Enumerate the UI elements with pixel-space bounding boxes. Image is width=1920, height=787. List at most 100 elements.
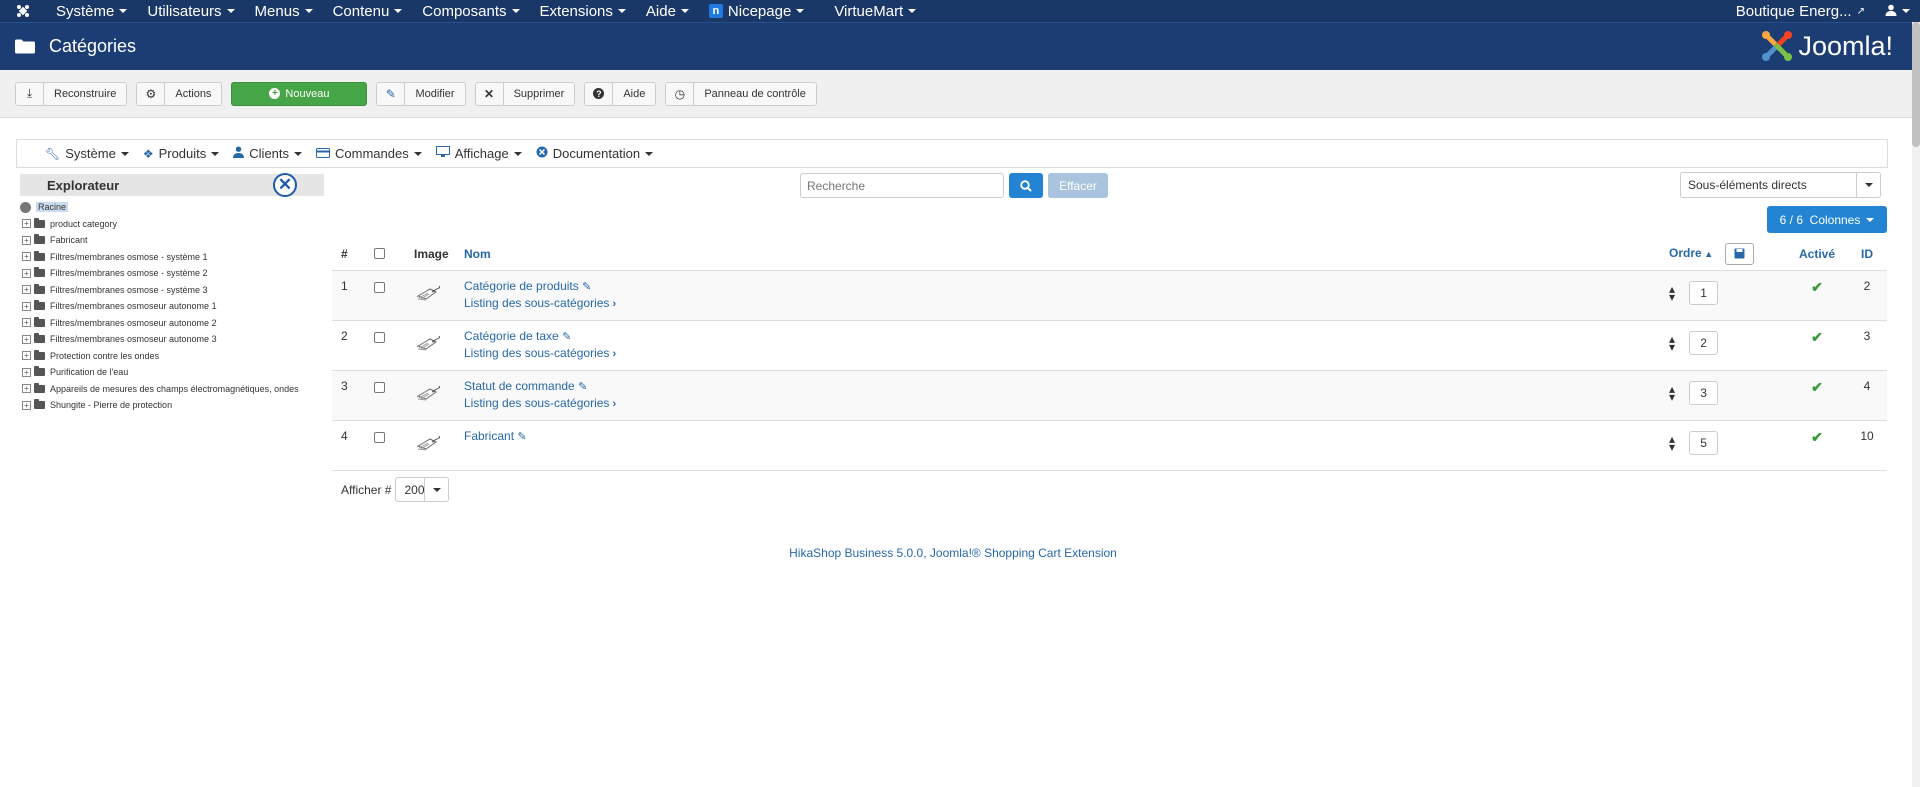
check-icon[interactable]: ✔ [1811,279,1823,295]
drag-handle-icon[interactable]: ▴ ▾ [1669,333,1675,353]
tree-item[interactable]: + product category [20,216,324,233]
row-checkbox[interactable] [374,281,385,293]
control-panel-button[interactable]: ◷ Panneau de contrôle [665,81,817,106]
order-input[interactable]: 3 [1689,380,1719,405]
tree-item[interactable]: + Filtres/membranes osmose - système 2 [20,265,324,282]
tag-image[interactable] [414,432,442,454]
topmenu-item[interactable]: Aide [636,0,699,22]
joomla-logo-icon[interactable] [0,4,46,18]
menu-documentation[interactable]: Documentation [536,146,654,161]
row-checkbox[interactable] [374,381,385,393]
expand-icon[interactable]: + [22,351,31,361]
topmenu-item[interactable]: Système [46,0,137,22]
expand-icon[interactable]: + [22,301,31,311]
subcategories-link[interactable]: Listing des sous-catégories › [464,296,1669,310]
expand-icon[interactable]: + [22,219,31,229]
sort-id-link[interactable]: ID [1861,247,1873,261]
tree-item[interactable]: + Shungite - Pierre de protection [20,397,324,414]
subcategories-link[interactable]: Listing des sous-catégories › [464,396,1669,410]
tag-image[interactable] [414,332,442,354]
tree-item[interactable]: + Filtres/membranes osmoseur autonome 2 [20,315,324,332]
menu-systeme[interactable]: 🔧︎ Système [45,146,129,161]
tree-item[interactable]: + Filtres/membranes osmoseur autonome 1 [20,298,324,315]
search-button[interactable] [1009,173,1043,198]
menu-clients[interactable]: Clients [233,146,303,161]
subcategories-link[interactable]: Listing des sous-catégories › [464,346,1669,360]
expand-icon[interactable]: + [22,400,31,410]
actions-button[interactable]: ⚙ Actions [136,81,223,106]
user-menu[interactable] [1875,0,1920,22]
check-icon[interactable]: ✔ [1811,329,1823,345]
tree-item[interactable]: + Filtres/membranes osmoseur autonome 3 [20,331,324,348]
order-input[interactable]: 5 [1689,430,1719,455]
edit-button[interactable]: ✎ Modifier [376,81,466,106]
pencil-icon[interactable]: ✎ [582,281,591,293]
delete-button[interactable]: ✕ Supprimer [474,81,576,106]
tree-item[interactable]: + Fabricant [20,232,324,249]
expand-icon[interactable]: + [22,285,31,295]
drag-handle-icon[interactable]: ▴ ▾ [1669,383,1675,403]
tree-item[interactable]: + Protection contre les ondes [20,348,324,365]
category-name-link[interactable]: Catégorie de taxe [464,329,559,343]
check-icon[interactable]: ✔ [1811,379,1823,395]
topmenu-item[interactable]: Menus [245,0,323,22]
topmenu-item[interactable]: Utilisateurs [137,0,244,22]
limit-select[interactable]: 200 [395,477,450,502]
help-button[interactable]: ? Aide [584,81,657,106]
category-name-link[interactable]: Catégorie de produits [464,279,579,293]
tree-item[interactable]: + Filtres/membranes osmose - système 1 [20,249,324,266]
sort-order-link[interactable]: Ordre [1669,246,1702,260]
drag-handle-icon[interactable]: ▴ ▾ [1669,433,1675,453]
menu-produits[interactable]: ❖ Produits [143,146,220,161]
site-link[interactable]: Boutique Energ... ↗ [1726,0,1875,22]
menu-affichage[interactable]: Affichage [435,146,522,161]
new-button[interactable]: + Nouveau [231,81,368,106]
row-checkbox[interactable] [374,431,385,443]
tree-item-label: Filtres/membranes osmose - système 1 [50,251,208,262]
topmenu-item[interactable]: Composants [412,0,529,22]
expand-icon[interactable]: + [22,268,31,278]
expand-icon[interactable]: + [22,318,31,328]
drag-handle-icon[interactable]: ▴ ▾ [1669,283,1675,303]
page-scrollbar[interactable] [1912,22,1920,787]
pencil-icon[interactable]: ✎ [578,381,587,393]
footer-credit[interactable]: HikaShop Business 5.0.0, Joomla!® Shoppi… [0,546,1906,560]
subelements-select[interactable]: Sous-éléments directs [1680,172,1881,198]
topmenu-item[interactable]: Contenu [323,0,413,22]
row-name-cell: Catégorie de taxe ✎ Listing des sous-caté… [464,320,1669,371]
expand-icon[interactable]: + [22,252,31,262]
close-explorer-icon[interactable]: ✕ [273,173,297,197]
rebuild-button[interactable]: ⤓ Reconstruire [15,81,128,106]
expand-icon[interactable]: + [22,367,31,377]
tree-item[interactable]: + Appareils de mesures des champs électro… [20,381,324,398]
topmenu-virtuemart[interactable]: VirtueMart [814,0,926,22]
search-input[interactable] [800,173,1004,198]
clear-button[interactable]: Effacer [1048,173,1108,198]
topmenu-nicepage[interactable]: n Nicepage [699,0,814,22]
sort-active-link[interactable]: Activé [1799,247,1835,261]
pencil-icon[interactable]: ✎ [562,331,571,343]
tree-item[interactable]: + Filtres/membranes osmose - système 3 [20,282,324,299]
tree-item[interactable]: + Purification de l'eau [20,364,324,381]
order-input[interactable]: 1 [1689,280,1719,305]
order-input[interactable]: 2 [1689,330,1719,355]
expand-icon[interactable]: + [22,384,31,394]
tag-image[interactable] [414,282,442,304]
select-all-checkbox[interactable] [374,248,385,260]
category-name-link[interactable]: Statut de commande [464,379,575,393]
sort-name-link[interactable]: Nom [464,247,491,261]
pencil-icon[interactable]: ✎ [517,431,526,443]
check-icon[interactable]: ✔ [1811,429,1823,445]
expand-icon[interactable]: + [22,334,31,344]
scrollbar-thumb[interactable] [1912,22,1920,147]
tree-root[interactable]: Racine [20,199,324,216]
row-checkbox[interactable] [374,331,385,343]
menu-commandes[interactable]: Commandes [316,146,422,161]
topmenu-item[interactable]: Extensions [530,0,636,22]
category-name-link[interactable]: Fabricant [464,429,514,443]
expand-icon[interactable]: + [22,235,31,245]
columns-button[interactable]: 6 / 6 Colonnes [1767,206,1887,233]
save-order-button[interactable] [1725,242,1755,265]
tag-image[interactable] [414,382,442,404]
col-name[interactable]: Nom [464,238,1669,271]
